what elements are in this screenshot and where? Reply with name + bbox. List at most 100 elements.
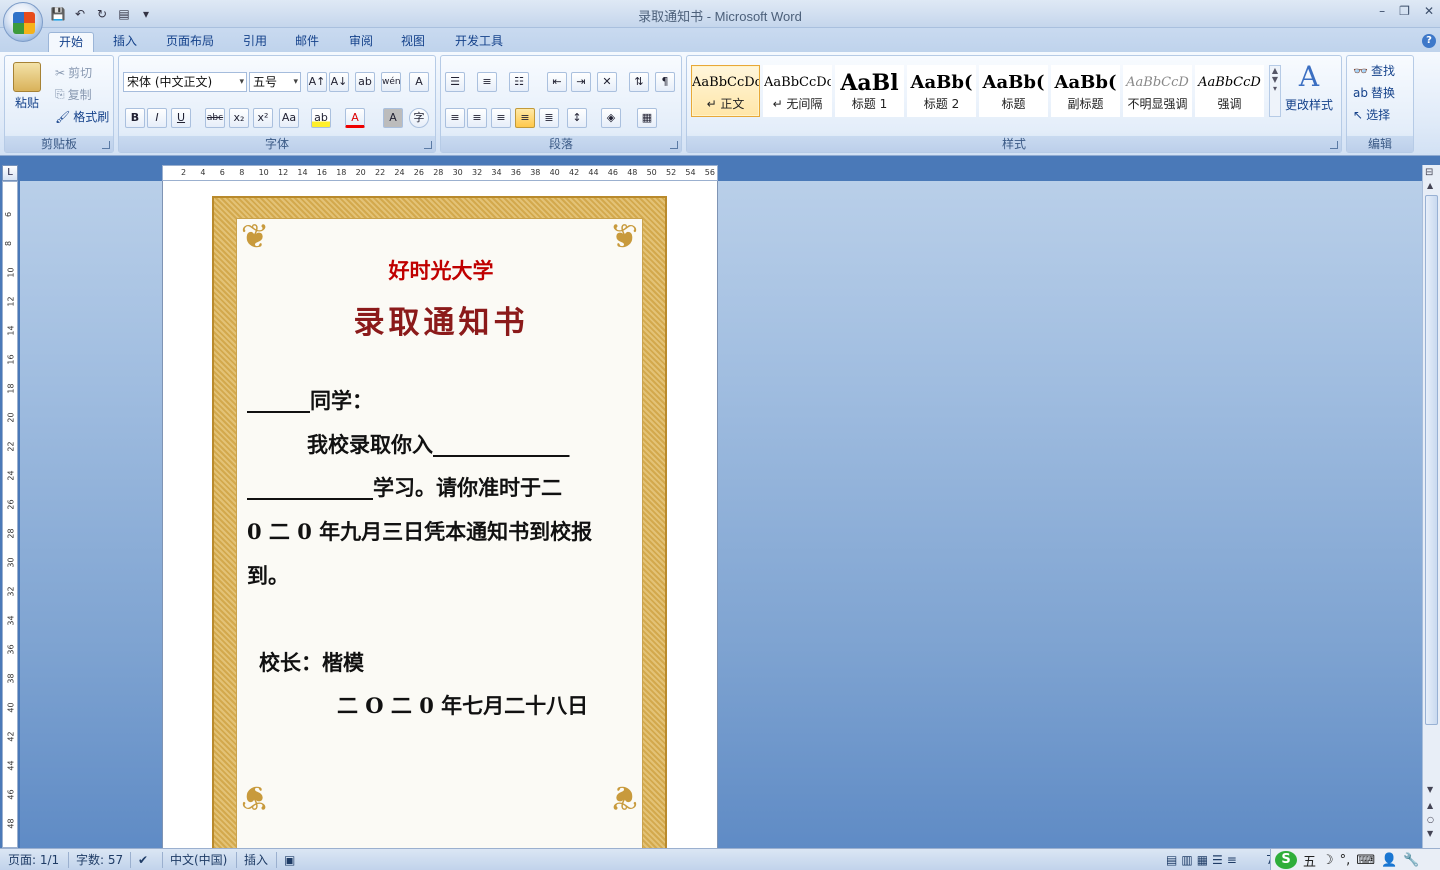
change-case-button[interactable]: Aa bbox=[279, 108, 299, 128]
insert-mode[interactable]: 插入 bbox=[244, 852, 268, 868]
punctuation-icon[interactable]: °, bbox=[1340, 853, 1351, 868]
style-no-spacing[interactable]: AaBbCcDc ↵ 无间隔 bbox=[763, 65, 832, 117]
page-count[interactable]: 页面: 1/1 bbox=[8, 852, 59, 868]
user-icon[interactable]: 👤 bbox=[1381, 853, 1397, 868]
tab-developer[interactable]: 开发工具 bbox=[446, 32, 512, 52]
scroll-up-icon[interactable]: ▲ bbox=[1427, 181, 1433, 190]
style-title[interactable]: AaBb(标题 bbox=[979, 65, 1048, 117]
style-subtle-emphasis[interactable]: AaBbCcD 不明显强调 bbox=[1123, 65, 1192, 117]
vertical-scrollbar[interactable]: ⊟ ▲ ▼ ▲ ○ ▼ bbox=[1422, 165, 1440, 848]
clear-format-button[interactable]: ab bbox=[355, 72, 375, 92]
show-marks-icon[interactable]: ¶ bbox=[655, 72, 675, 92]
styles-launcher-icon[interactable] bbox=[1330, 141, 1338, 149]
next-page-icon[interactable]: ▼ bbox=[1427, 829, 1433, 838]
underline-button[interactable]: U bbox=[171, 108, 191, 128]
wrench-icon[interactable]: 🔧 bbox=[1403, 853, 1419, 868]
language-indicator[interactable]: 中文(中国) bbox=[170, 852, 227, 868]
char-shading-button[interactable]: A bbox=[383, 108, 403, 128]
char-border-button[interactable]: A bbox=[409, 72, 429, 92]
multilevel-list-icon[interactable]: ☷ bbox=[509, 72, 529, 92]
paste-button[interactable]: 粘贴 bbox=[13, 62, 41, 111]
paragraph-launcher-icon[interactable] bbox=[670, 141, 678, 149]
chinese-layout-icon[interactable]: ✕ bbox=[597, 72, 617, 92]
line-spacing-icon[interactable]: ↕ bbox=[567, 108, 587, 128]
align-right-icon[interactable]: ≡ bbox=[491, 108, 511, 128]
ruler-toggle-icon[interactable]: ⊟ bbox=[1425, 167, 1433, 178]
office-button[interactable] bbox=[3, 2, 43, 42]
proofing-icon[interactable]: ✔ bbox=[138, 852, 148, 868]
ruler-tick-label: 10 bbox=[6, 267, 16, 278]
macro-record-icon[interactable]: ▣ bbox=[284, 852, 295, 868]
draft-view-icon[interactable]: ≡ bbox=[1227, 852, 1237, 868]
moon-icon[interactable]: ☽ bbox=[1322, 853, 1334, 868]
ruler-tick-label: 38 bbox=[6, 673, 16, 684]
bullets-icon[interactable]: ☰ bbox=[445, 72, 465, 92]
sort-icon[interactable]: ⇅ bbox=[629, 72, 649, 92]
increase-indent-icon[interactable]: ⇥ bbox=[571, 72, 591, 92]
distributed-icon[interactable]: ≣ bbox=[539, 108, 559, 128]
subscript-button[interactable]: x₂ bbox=[229, 108, 249, 128]
print-layout-icon[interactable]: ▤ bbox=[1166, 852, 1177, 868]
clipboard-launcher-icon[interactable] bbox=[102, 141, 110, 149]
style-heading-2[interactable]: AaBb(标题 2 bbox=[907, 65, 976, 117]
change-styles-button[interactable]: A 更改样式 bbox=[1285, 62, 1333, 113]
ime-mode[interactable]: 五 bbox=[1303, 851, 1316, 870]
horizontal-ruler[interactable]: 2 4 6 8 10 12 14 16 18 20 22 24 26 28 30 32 34 36 38 40 42 44… bbox=[162, 165, 718, 181]
keyboard-icon[interactable]: ⌨ bbox=[1356, 853, 1375, 868]
superscript-button[interactable]: x² bbox=[253, 108, 273, 128]
minimize-button[interactable]: – bbox=[1379, 4, 1385, 18]
tab-insert[interactable]: 插入 bbox=[104, 32, 146, 52]
close-button[interactable]: ✕ bbox=[1424, 4, 1434, 18]
shrink-font-button[interactable]: A↓ bbox=[329, 72, 349, 92]
font-name-combo[interactable]: 宋体 (中文正文) bbox=[123, 72, 247, 92]
justify-icon[interactable]: ≡ bbox=[515, 108, 535, 128]
format-painter-button[interactable]: 🖌 格式刷 bbox=[55, 108, 109, 125]
prev-page-icon[interactable]: ▲ bbox=[1427, 801, 1433, 810]
full-screen-reading-icon[interactable]: ▥ bbox=[1181, 852, 1192, 868]
scroll-down-icon[interactable]: ▼ bbox=[1427, 785, 1433, 794]
bold-button[interactable]: B bbox=[125, 108, 145, 128]
style-subtitle[interactable]: AaBb(副标题 bbox=[1051, 65, 1120, 117]
outline-view-icon[interactable]: ☰ bbox=[1212, 852, 1223, 868]
enclose-char-button[interactable]: 字 bbox=[409, 108, 429, 128]
tab-view[interactable]: 视图 bbox=[392, 32, 434, 52]
restore-button[interactable]: ❐ bbox=[1399, 4, 1410, 18]
tab-references[interactable]: 引用 bbox=[234, 32, 276, 52]
styles-scroll[interactable]: ▲ ▼ ▾ bbox=[1269, 65, 1281, 117]
italic-button[interactable]: I bbox=[147, 108, 167, 128]
grow-font-button[interactable]: A↑ bbox=[307, 72, 327, 92]
numbering-icon[interactable]: ≡ bbox=[477, 72, 497, 92]
find-button[interactable]: 👓 查找 bbox=[1353, 62, 1395, 79]
highlight-button[interactable]: ab bbox=[311, 108, 331, 128]
font-launcher-icon[interactable] bbox=[424, 141, 432, 149]
decrease-indent-icon[interactable]: ⇤ bbox=[547, 72, 567, 92]
tab-review[interactable]: 审阅 bbox=[340, 32, 382, 52]
font-color-button[interactable]: A bbox=[345, 108, 365, 128]
tab-mailings[interactable]: 邮件 bbox=[286, 32, 328, 52]
align-center-icon[interactable]: ≡ bbox=[467, 108, 487, 128]
style-heading-1[interactable]: AaBl 标题 1 bbox=[835, 65, 904, 117]
scroll-thumb[interactable] bbox=[1425, 195, 1438, 725]
tab-home[interactable]: 开始 bbox=[48, 32, 94, 52]
browse-object-icon[interactable]: ○ bbox=[1427, 815, 1434, 824]
help-icon[interactable]: ? bbox=[1422, 34, 1436, 48]
sogou-logo-icon[interactable]: S bbox=[1275, 851, 1297, 869]
replace-button[interactable]: ab 替换 bbox=[1353, 84, 1395, 101]
style-normal[interactable]: AaBbCcDc ↵ 正文 bbox=[691, 65, 760, 117]
align-left-icon[interactable]: ≡ bbox=[445, 108, 465, 128]
cut-button[interactable]: ✂ 剪切 bbox=[55, 64, 92, 81]
phonetic-guide-button[interactable]: wén bbox=[381, 72, 401, 92]
copy-button[interactable]: ⎘ 复制 bbox=[55, 86, 92, 103]
font-size-combo[interactable]: 五号 bbox=[249, 72, 301, 92]
tab-page-layout[interactable]: 页面布局 bbox=[158, 32, 222, 52]
style-emphasis[interactable]: AaBbCcD 强调 bbox=[1195, 65, 1264, 117]
tab-selector-button[interactable]: L bbox=[2, 165, 18, 181]
vertical-ruler[interactable]: 6 8 10 12 14 16 18 20 22 24 26 28 30 32 34 36 38 40 42 44 46… bbox=[2, 181, 18, 848]
strikethrough-button[interactable]: abc bbox=[205, 108, 225, 128]
web-layout-icon[interactable]: ▦ bbox=[1197, 852, 1208, 868]
document-page[interactable]: ❦ ❦ ❦ ❦ 好时光大学 录取通知书 ______同学： 我校录取你入____… bbox=[162, 181, 718, 848]
borders-icon[interactable]: ▦ bbox=[637, 108, 657, 128]
shading-icon[interactable]: ◈ bbox=[601, 108, 621, 128]
select-button[interactable]: ↖ 选择 bbox=[1353, 106, 1390, 123]
word-count[interactable]: 字数: 57 bbox=[76, 852, 123, 868]
